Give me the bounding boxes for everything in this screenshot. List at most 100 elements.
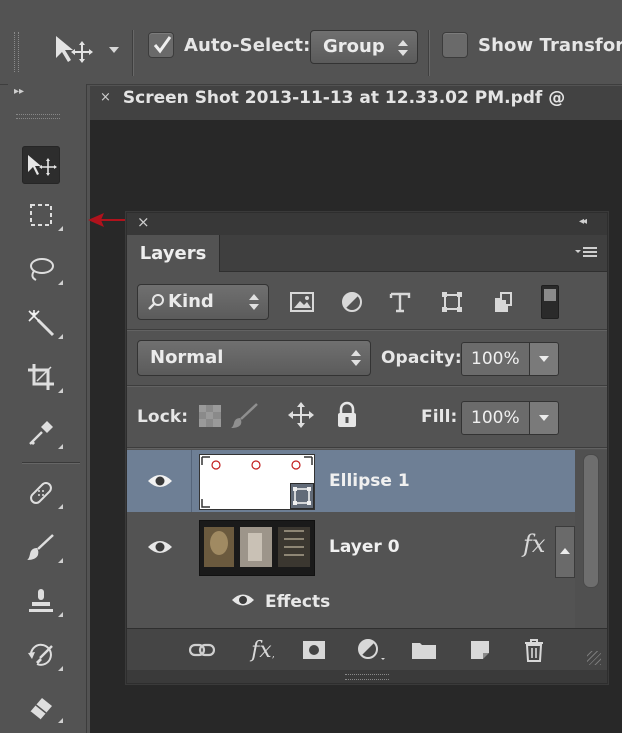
- auto-select-mode-select[interactable]: Group: [310, 30, 418, 64]
- layer-name[interactable]: Layer 0: [329, 537, 400, 557]
- history-brush-tool-icon: [28, 643, 53, 666]
- new-group-button[interactable]: [411, 637, 437, 663]
- filter-adjustment-layers-button[interactable]: [337, 287, 367, 317]
- filter-toggle-switch[interactable]: [541, 285, 559, 319]
- filter-pixel-layers-button[interactable]: [287, 287, 317, 317]
- panel-grip[interactable]: [16, 114, 60, 119]
- collapse-effects-button[interactable]: [555, 526, 575, 578]
- close-tab-icon[interactable]: ×: [100, 90, 111, 105]
- tool-spot-healing[interactable]: [22, 474, 63, 512]
- close-panel-icon[interactable]: ×: [137, 213, 150, 231]
- new-adjustment-layer-button[interactable]: [355, 637, 389, 663]
- tool-group-indicator: [58, 388, 63, 393]
- panel-collapse-icon[interactable]: ▸▸: [14, 86, 24, 97]
- panel-menu-icon[interactable]: [575, 245, 599, 261]
- move-tool-icon: [56, 36, 93, 63]
- move-arrows-icon: [288, 402, 314, 428]
- tab-layers[interactable]: Layers: [127, 235, 220, 272]
- layer-effects-row[interactable]: Effects: [127, 582, 575, 622]
- tool-lasso[interactable]: [22, 250, 63, 288]
- tool-rectangular-marquee[interactable]: [22, 196, 63, 234]
- type-icon: [389, 292, 411, 313]
- shape-icon: [442, 292, 462, 312]
- tool-eyedropper[interactable]: [22, 414, 63, 452]
- tool-eraser[interactable]: [22, 688, 63, 726]
- delete-layer-button[interactable]: [521, 637, 547, 663]
- show-transform-checkbox[interactable]: [442, 32, 468, 58]
- options-bar-grip[interactable]: [14, 32, 19, 72]
- visibility-eye-icon[interactable]: [145, 532, 175, 562]
- panel-menu-icon-glyph: [575, 247, 597, 257]
- document-tab[interactable]: × Screen Shot 2013-11-13 at 12.33.02 PM.p…: [100, 88, 565, 108]
- layers-scrollbar-track[interactable]: [575, 450, 607, 628]
- rectangular-marquee-tool-icon: [30, 204, 52, 226]
- separator: [428, 30, 429, 76]
- add-layer-style-button[interactable]: fx,: [245, 637, 281, 663]
- lock-position-button[interactable]: [287, 401, 315, 429]
- collapse-panel-icon[interactable]: ◂◂: [579, 216, 587, 227]
- tool-magic-wand[interactable]: [22, 304, 63, 342]
- filter-type-layers-button[interactable]: [385, 287, 415, 317]
- image-icon: [290, 292, 314, 312]
- brush-tool-icon: [27, 534, 54, 560]
- panel-resize-grip[interactable]: [587, 651, 601, 665]
- chevron-down-icon: [109, 47, 119, 53]
- layers-scrollbar-thumb[interactable]: [583, 454, 599, 588]
- opacity-dropdown-button[interactable]: [529, 342, 559, 376]
- layer-row-ellipse-1[interactable]: Ellipse 1: [127, 450, 575, 512]
- fill-input[interactable]: 100%: [461, 401, 531, 435]
- tool-group-indicator: [58, 444, 63, 449]
- folder-icon: [412, 643, 436, 659]
- filter-toggle-knob: [544, 289, 556, 301]
- visibility-eye-icon[interactable]: [145, 466, 175, 496]
- tool-history-brush[interactable]: [22, 636, 63, 674]
- fill-value: 100%: [471, 408, 520, 428]
- layer-thumbnail[interactable]: [199, 454, 315, 510]
- show-transform-label: Show Transform: [478, 35, 622, 56]
- opacity-label: Opacity:: [381, 348, 462, 368]
- tool-group-indicator: [58, 612, 63, 617]
- layer-thumbnail[interactable]: [199, 520, 315, 576]
- tool-group-indicator: [58, 280, 63, 285]
- lock-all-button[interactable]: [335, 401, 361, 429]
- filter-smart-objects-button[interactable]: [489, 287, 519, 317]
- tool-brush[interactable]: [22, 528, 63, 566]
- filter-kind-select[interactable]: Kind: [137, 284, 269, 320]
- filter-shape-layers-button[interactable]: [437, 287, 467, 317]
- panel-titlebar[interactable]: × ◂◂: [127, 213, 607, 235]
- add-layer-mask-button[interactable]: [301, 637, 327, 663]
- new-layer-button[interactable]: [467, 637, 493, 663]
- auto-select-checkbox[interactable]: [148, 32, 174, 58]
- panel-bottom-grip[interactable]: [345, 674, 389, 680]
- move-tool-icon: [28, 155, 57, 176]
- opacity-input[interactable]: 100%: [461, 342, 531, 376]
- tool-move[interactable]: [22, 146, 60, 184]
- lock-transparent-pixels-button[interactable]: [199, 405, 223, 429]
- stepper-arrows-icon: [249, 294, 259, 310]
- link-layers-button[interactable]: [189, 637, 215, 663]
- panel-bottom-grip-bar[interactable]: [127, 670, 607, 683]
- trash-icon: [525, 639, 543, 662]
- layer-separator-line: [191, 450, 192, 512]
- tool-preset-picker[interactable]: [52, 32, 122, 66]
- layer-effects-fx-icon[interactable]: fx: [523, 530, 545, 558]
- lasso-tool-icon: [30, 258, 54, 281]
- chevron-down-icon: [539, 356, 549, 362]
- panel-row-separator: [127, 447, 607, 448]
- layer-row-layer-0[interactable]: Layer 0 fx: [127, 516, 575, 578]
- fill-dropdown-button[interactable]: [529, 401, 559, 435]
- stepper-arrows-icon: [351, 350, 361, 366]
- chevron-up-icon: [560, 548, 570, 554]
- checkerboard-icon: [199, 405, 221, 427]
- tool-crop[interactable]: [22, 358, 63, 396]
- layer-name[interactable]: Ellipse 1: [329, 471, 410, 491]
- effects-visibility-eye-icon[interactable]: [231, 592, 257, 610]
- tool-clone-stamp[interactable]: [22, 582, 63, 620]
- tool-group-indicator: [58, 718, 63, 723]
- fx-icon: fx,: [251, 637, 275, 663]
- panel-footer: fx,: [127, 628, 607, 671]
- lock-image-pixels-button[interactable]: [231, 401, 261, 431]
- opacity-value: 100%: [471, 349, 520, 369]
- effects-label: Effects: [265, 592, 331, 612]
- blend-mode-select[interactable]: Normal: [137, 340, 371, 376]
